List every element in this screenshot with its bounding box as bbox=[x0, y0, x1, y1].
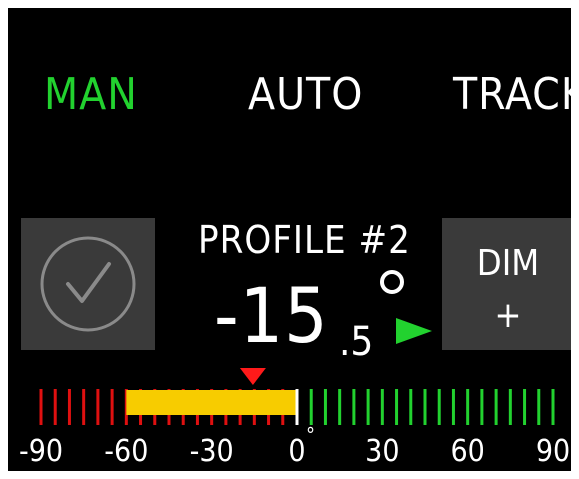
scale-pointer-icon bbox=[239, 368, 266, 385]
mode-track-button[interactable]: TRACK bbox=[453, 70, 571, 120]
dim-button-plus: + bbox=[494, 295, 522, 336]
scale-tick-label: -60 bbox=[104, 434, 148, 469]
scale-tick-label: 0 bbox=[288, 434, 305, 469]
device-screen: MAN AUTO TRACK PROFILE #2 -15 .5 DIM + -… bbox=[8, 8, 571, 471]
angle-value: -15 bbox=[214, 271, 329, 360]
scale-tick-label: -30 bbox=[190, 434, 234, 469]
angle-fraction: .5 bbox=[339, 319, 374, 365]
dim-plus-button[interactable]: DIM + bbox=[442, 218, 571, 350]
profile-label: PROFILE #2 bbox=[198, 218, 411, 262]
angle-scale[interactable]: -90 -60 -30 0 30 60 90 ° bbox=[8, 368, 571, 471]
checkmark-circle-icon bbox=[40, 236, 136, 332]
scale-labels: -90 -60 -30 0 30 60 90 bbox=[19, 434, 570, 469]
angle-degree-symbol bbox=[380, 270, 404, 294]
mode-auto-button[interactable]: AUTO bbox=[248, 70, 363, 120]
scale-tick-label: -90 bbox=[19, 434, 63, 469]
scale-zero-degree-symbol: ° bbox=[306, 423, 315, 447]
direction-arrow-icon bbox=[396, 318, 432, 344]
scale-range-bar bbox=[126, 390, 297, 415]
dim-button-label: DIM bbox=[476, 243, 540, 284]
scale-tick-label: 30 bbox=[365, 434, 399, 469]
scale-tick-label: 90 bbox=[536, 434, 570, 469]
scale-tick-label: 60 bbox=[450, 434, 484, 469]
confirm-button[interactable] bbox=[21, 218, 155, 350]
mode-man-button[interactable]: MAN bbox=[44, 70, 138, 120]
